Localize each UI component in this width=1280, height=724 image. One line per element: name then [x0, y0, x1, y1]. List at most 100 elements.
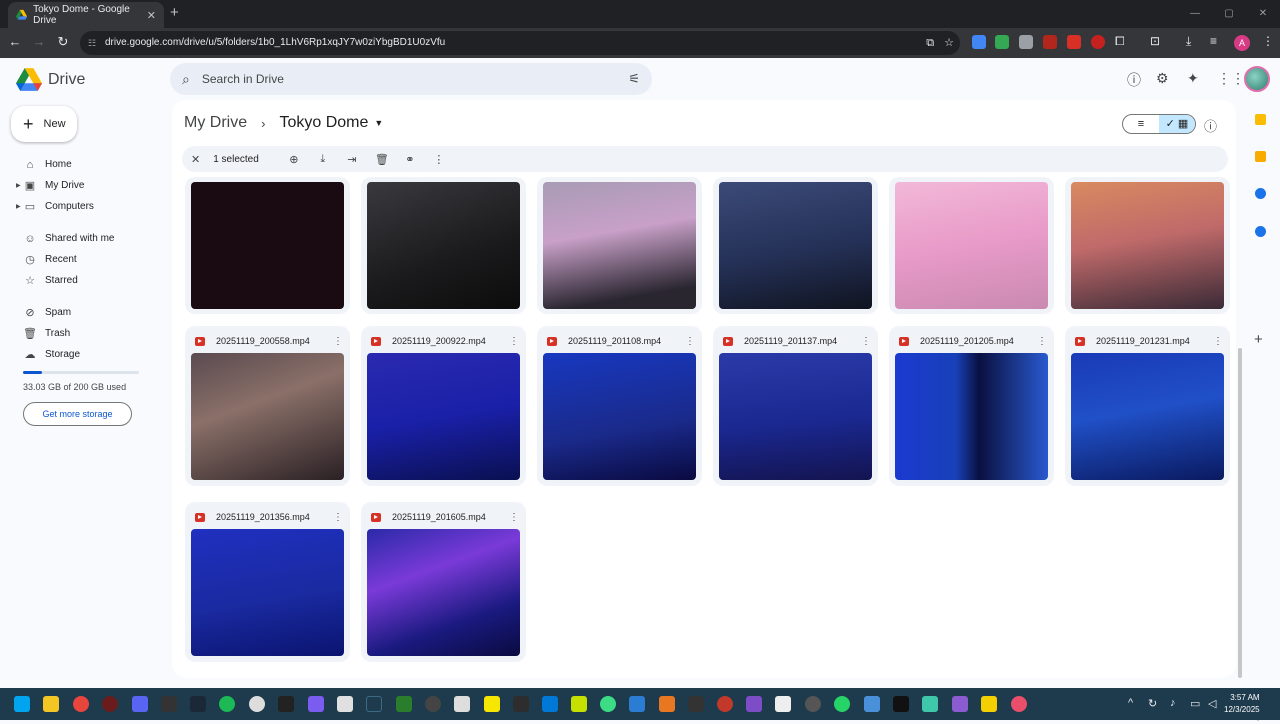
keep-icon[interactable] [1255, 151, 1266, 162]
minimize-icon[interactable]: — [1178, 0, 1212, 28]
settings-gear-icon[interactable]: ⚙ [1156, 70, 1169, 87]
add-addon-icon[interactable]: + [1254, 331, 1263, 348]
move-icon[interactable]: ⇥ [346, 153, 358, 166]
downloads-icon[interactable]: ⤓ [1186, 34, 1191, 49]
file-card[interactable] [889, 177, 1054, 314]
chrome-icon[interactable] [73, 696, 89, 712]
scrollbar[interactable] [1238, 348, 1242, 678]
video-thumbnail[interactable] [191, 182, 344, 309]
app-icon[interactable] [102, 696, 118, 712]
file-more-icon[interactable]: ⋮ [509, 512, 519, 523]
discord-icon[interactable] [132, 696, 148, 712]
app-icon[interactable] [396, 696, 412, 712]
search-icon[interactable]: ⌕ [182, 71, 190, 88]
steam-icon[interactable] [190, 696, 206, 712]
install-app-icon[interactable]: ⧉ [926, 31, 934, 55]
extension-icon[interactable] [1091, 35, 1105, 49]
profile-avatar[interactable]: A [1234, 35, 1250, 51]
app-icon[interactable] [1011, 696, 1027, 712]
app-icon[interactable] [278, 696, 294, 712]
tray-overflow-icon[interactable]: ^ [1128, 697, 1133, 709]
network-icon[interactable]: ▭ [1190, 697, 1200, 710]
video-thumbnail[interactable] [367, 182, 520, 309]
details-info-icon[interactable]: ⓘ [1204, 116, 1217, 135]
app-icon[interactable] [425, 696, 441, 712]
app-icon[interactable] [337, 696, 353, 712]
file-card[interactable]: 20251119_201605.mp4 ⋮ [361, 502, 526, 662]
file-more-icon[interactable]: ⋮ [685, 336, 695, 347]
windows-start-icon[interactable] [14, 696, 30, 712]
vlc-icon[interactable] [659, 696, 675, 712]
maximize-icon[interactable]: ▢ [1212, 0, 1246, 28]
system-clock[interactable]: 3:57 AM 12/3/2025 [1224, 692, 1260, 716]
new-button[interactable]: + New [11, 106, 77, 142]
forward-icon[interactable]: → [30, 34, 48, 49]
sticky-notes-icon[interactable] [981, 696, 997, 712]
spotify-icon[interactable] [219, 696, 235, 712]
video-thumbnail[interactable] [543, 182, 696, 309]
microphone-icon[interactable]: ♪ [1170, 697, 1176, 709]
sidebar-item-trash[interactable]: 🗑 Trash [0, 323, 165, 344]
app-icon[interactable] [484, 696, 500, 712]
breadcrumb-parent[interactable]: My Drive [184, 114, 247, 132]
sidebar-item-spam[interactable]: ⊘ Spam [0, 302, 165, 323]
clear-selection-icon[interactable]: ✕ [191, 153, 200, 166]
more-actions-icon[interactable]: ⋮ [433, 153, 445, 166]
sidebar-item-recent[interactable]: ◷ Recent [0, 249, 165, 270]
file-more-icon[interactable]: ⋮ [1213, 336, 1223, 347]
download-icon[interactable]: ⤓ [317, 153, 329, 166]
file-more-icon[interactable]: ⋮ [1037, 336, 1047, 347]
whatsapp-icon[interactable] [834, 696, 850, 712]
file-card[interactable]: 20251119_201231.mp4 ⋮ [1065, 326, 1230, 486]
copy-link-icon[interactable]: ⚭ [404, 153, 416, 166]
file-more-icon[interactable]: ⋮ [333, 512, 343, 523]
app-icon[interactable] [249, 696, 265, 712]
word-icon[interactable] [629, 696, 645, 712]
file-card[interactable] [537, 177, 702, 314]
extension-icon[interactable] [972, 35, 986, 49]
breadcrumb-current[interactable]: Tokyo Dome [279, 114, 368, 132]
expand-caret-icon[interactable]: ▶ [16, 203, 21, 210]
sidebar-item-shared[interactable]: ☺ Shared with me [0, 228, 165, 249]
adblock-icon[interactable] [1067, 35, 1081, 49]
file-card[interactable] [361, 177, 526, 314]
video-thumbnail[interactable] [1071, 353, 1224, 480]
trash-icon[interactable]: 🗑 [375, 153, 389, 166]
grid-view-icon[interactable]: ✓ ▦ [1159, 115, 1195, 133]
site-info-icon[interactable]: ☷ [88, 31, 96, 55]
sidebar-item-home[interactable]: ⌂ Home [0, 154, 165, 175]
video-thumbnail[interactable] [895, 353, 1048, 480]
video-thumbnail[interactable] [191, 529, 344, 656]
app-icon[interactable] [513, 696, 529, 712]
tab-search-icon[interactable]: ≡ [1210, 34, 1217, 48]
app-icon[interactable] [308, 696, 324, 712]
app-icon[interactable] [746, 696, 762, 712]
file-more-icon[interactable]: ⋮ [509, 336, 519, 347]
get-more-storage-button[interactable]: Get more storage [23, 402, 132, 426]
extension-icon[interactable] [1019, 35, 1033, 49]
file-card[interactable]: 20251119_200558.mp4 ⋮ [185, 326, 350, 486]
video-thumbnail[interactable] [367, 529, 520, 656]
video-thumbnail[interactable] [895, 182, 1048, 309]
calendar-icon[interactable] [1255, 114, 1266, 125]
file-card[interactable] [1065, 177, 1230, 314]
extensions-puzzle-icon[interactable]: ⧠ [1115, 34, 1125, 49]
file-more-icon[interactable]: ⋮ [333, 336, 343, 347]
browser-tab[interactable]: Tokyo Dome - Google Drive ✕ [8, 2, 164, 28]
list-view-icon[interactable]: ≡ [1123, 115, 1159, 133]
sidebar-item-my-drive[interactable]: ▶ ▣ My Drive [0, 175, 165, 196]
drive-logo[interactable]: Drive [16, 68, 85, 92]
share-icon[interactable]: ⊕ [288, 153, 300, 166]
app-icon[interactable] [454, 696, 470, 712]
help-icon[interactable]: ⓘ [1127, 70, 1141, 90]
back-icon[interactable]: ← [6, 34, 24, 49]
extension-icon[interactable] [995, 35, 1009, 49]
address-bar[interactable]: ☷ drive.google.com/drive/u/5/folders/1b0… [80, 31, 960, 55]
file-more-icon[interactable]: ⋮ [861, 336, 871, 347]
file-card[interactable]: 20251119_200922.mp4 ⋮ [361, 326, 526, 486]
video-thumbnail[interactable] [1071, 182, 1224, 309]
app-icon[interactable] [366, 696, 382, 712]
app-icon[interactable] [161, 696, 177, 712]
vscode-icon[interactable] [542, 696, 558, 712]
tab-close-icon[interactable]: ✕ [147, 9, 156, 22]
